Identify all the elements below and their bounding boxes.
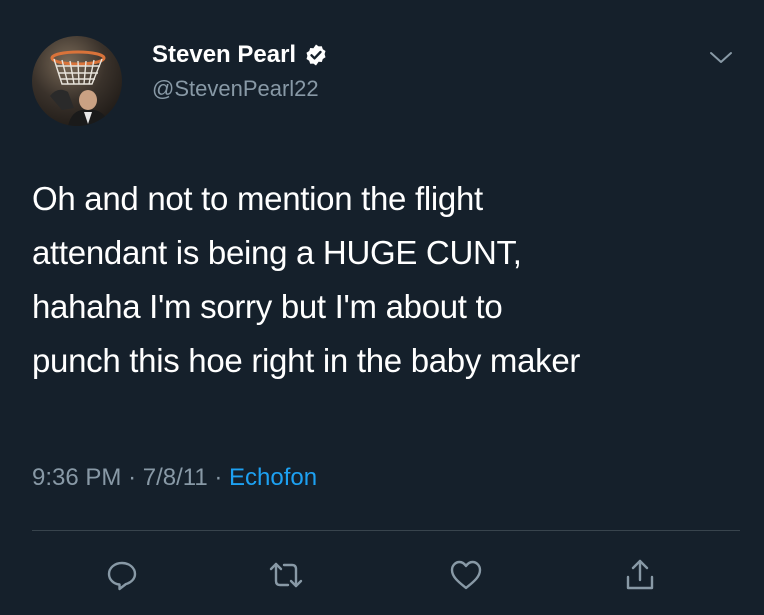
share-icon bbox=[626, 559, 654, 590]
tweet-source-link[interactable]: Echofon bbox=[229, 464, 317, 491]
divider bbox=[32, 530, 740, 531]
author-handle[interactable]: @StevenPearl22 bbox=[152, 76, 319, 102]
author-name-row[interactable]: Steven Pearl bbox=[152, 40, 328, 70]
tweet-time[interactable]: 9:36 PM bbox=[32, 464, 121, 491]
tweet-metadata: 9:36 PM · 7/8/11 · Echofon bbox=[32, 464, 317, 492]
tweet-date[interactable]: 7/8/11 bbox=[143, 464, 208, 491]
avatar[interactable] bbox=[32, 36, 122, 126]
tweet-card: Steven Pearl @StevenPearl22 Oh and not t… bbox=[0, 0, 764, 615]
tweet-text: Oh and not to mention the flight attenda… bbox=[32, 180, 581, 379]
verified-badge-icon bbox=[306, 44, 326, 66]
like-button[interactable] bbox=[448, 557, 484, 593]
author-display-name[interactable]: Steven Pearl bbox=[152, 41, 296, 69]
retweet-icon bbox=[269, 562, 303, 588]
heart-icon bbox=[450, 560, 482, 590]
reply-icon bbox=[107, 561, 137, 591]
meta-separator: · bbox=[128, 464, 143, 491]
meta-separator: · bbox=[214, 464, 230, 491]
chevron-down-icon[interactable] bbox=[708, 46, 734, 68]
retweet-button[interactable] bbox=[268, 557, 304, 593]
reply-button[interactable] bbox=[104, 557, 140, 593]
share-button[interactable] bbox=[622, 557, 658, 593]
basketball-net-avatar-image bbox=[50, 50, 110, 126]
